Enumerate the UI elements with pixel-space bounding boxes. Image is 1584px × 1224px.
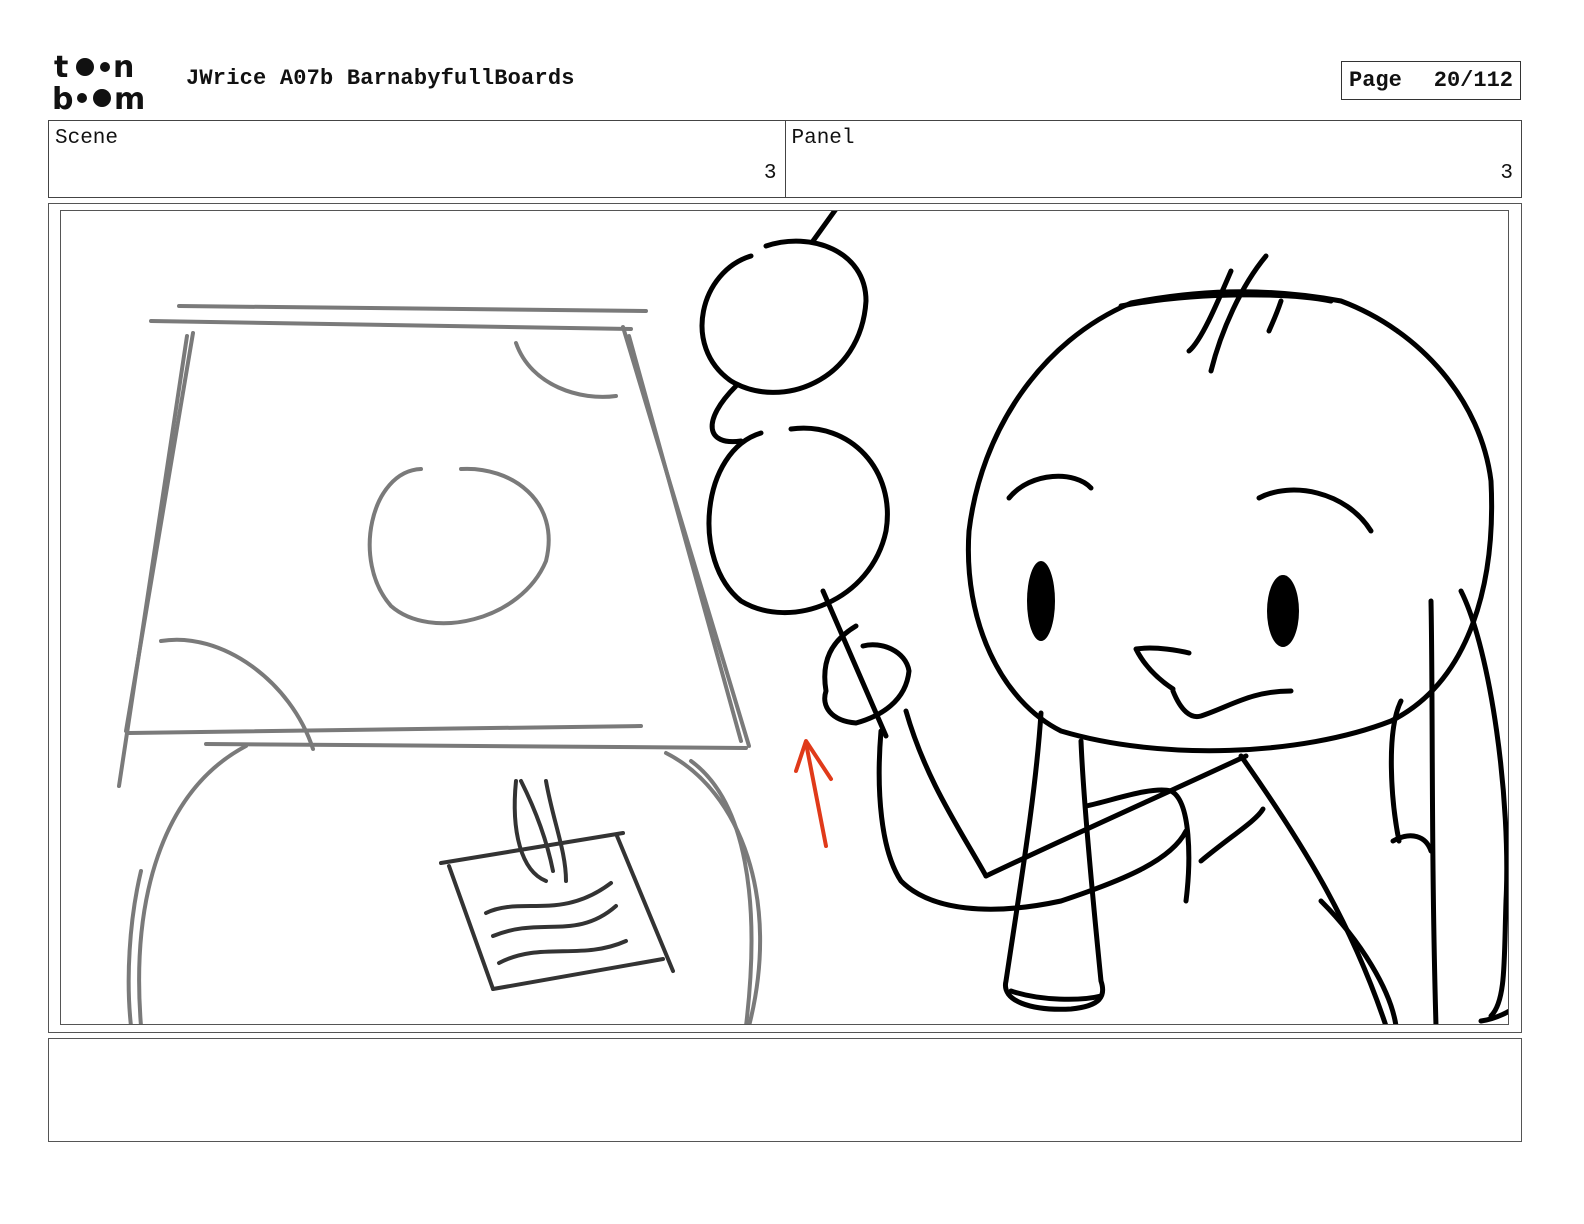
svg-text:n: n: [113, 52, 134, 85]
page-indicator: Page 20/112: [1341, 61, 1521, 100]
scene-cell: Scene 3: [49, 121, 785, 197]
panel-cell: Panel 3: [784, 121, 1522, 197]
scene-value: 3: [763, 162, 777, 185]
page-number: 20/112: [1433, 68, 1513, 93]
sketch-drawing: [117, 211, 1508, 1024]
motion-arrow: [794, 739, 833, 848]
svg-text:b: b: [52, 82, 73, 112]
dango-skewer-sketch: [699, 211, 890, 739]
svg-text:t: t: [54, 52, 68, 85]
scene-panel-info: Scene 3 Panel 3: [48, 120, 1522, 198]
scene-label: Scene: [55, 127, 119, 150]
toon-boom-logo: t n b m: [52, 52, 145, 112]
page-label: Page: [1349, 68, 1402, 93]
character-eyes: [1027, 561, 1299, 647]
hand-sketch: [822, 623, 1266, 912]
note-sketch: [439, 779, 675, 991]
character-sketch: [965, 253, 1508, 1024]
panel-label: Panel: [791, 127, 855, 150]
panel-value: 3: [1500, 162, 1513, 185]
document-title: JWrice A07b BarnabyfullBoards: [186, 66, 575, 91]
lamp-sketch: [117, 304, 762, 1024]
storyboard-panel-image: [60, 210, 1509, 1025]
svg-text:m: m: [114, 82, 145, 112]
action-notes-box: [48, 1038, 1522, 1142]
